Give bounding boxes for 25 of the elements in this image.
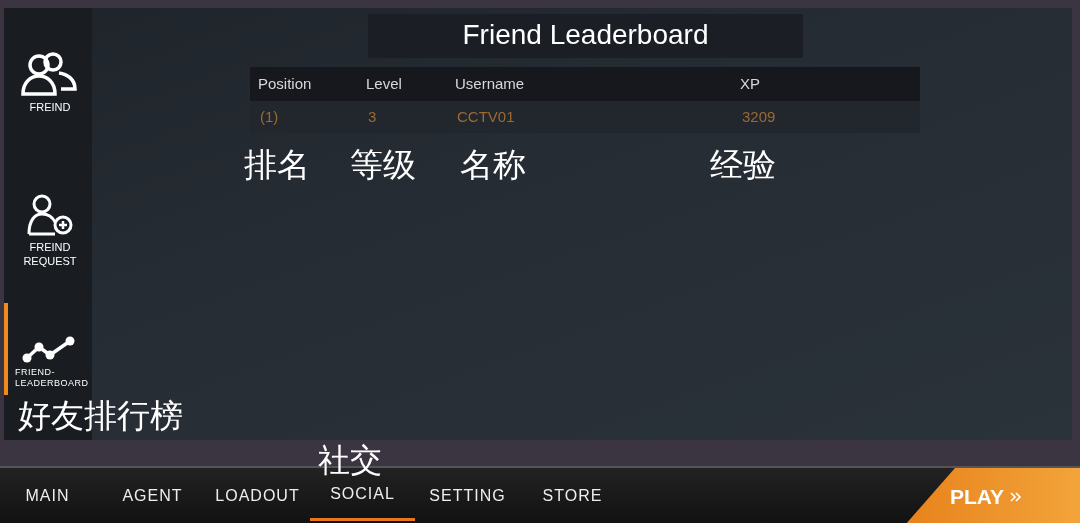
table-cell-text: (1) [260,106,280,127]
annotation-label: 排名 [244,145,311,185]
column-header: Username [455,73,526,94]
table-cell-text: 3209 [742,106,777,127]
annotation-label: 等级 [350,145,417,185]
column-header: XP [740,73,761,94]
column-header: Position [258,73,313,94]
nav-tab[interactable]: STORE [520,470,625,521]
nav-tab[interactable]: AGENT [100,470,205,521]
sidebar-tab[interactable]: FREIND [4,8,92,158]
annotation-label: 好友排行榜 [18,397,183,435]
annotation-label: 经验 [710,145,776,185]
add-person-icon [26,193,74,236]
sidebar-tab[interactable]: FREIND REQUEST [4,158,92,303]
nav-tab[interactable]: LOADOUT [205,470,310,521]
annotation-label: 名称 [460,145,527,185]
leaderboard-title: Friend Leaderboard [368,14,803,58]
sidebar-tab[interactable]: FRIEND-LEADERBOARD [4,303,92,395]
table-cell-text: 3 [368,106,378,127]
nav-tab[interactable]: SETTING [415,470,520,521]
double-chevron-icon [1010,491,1023,502]
friends-icon [21,52,79,96]
table-cell-text: CCTV01 [457,106,516,127]
nav-tab[interactable]: MAIN [0,470,100,521]
column-header: Level [366,73,403,94]
